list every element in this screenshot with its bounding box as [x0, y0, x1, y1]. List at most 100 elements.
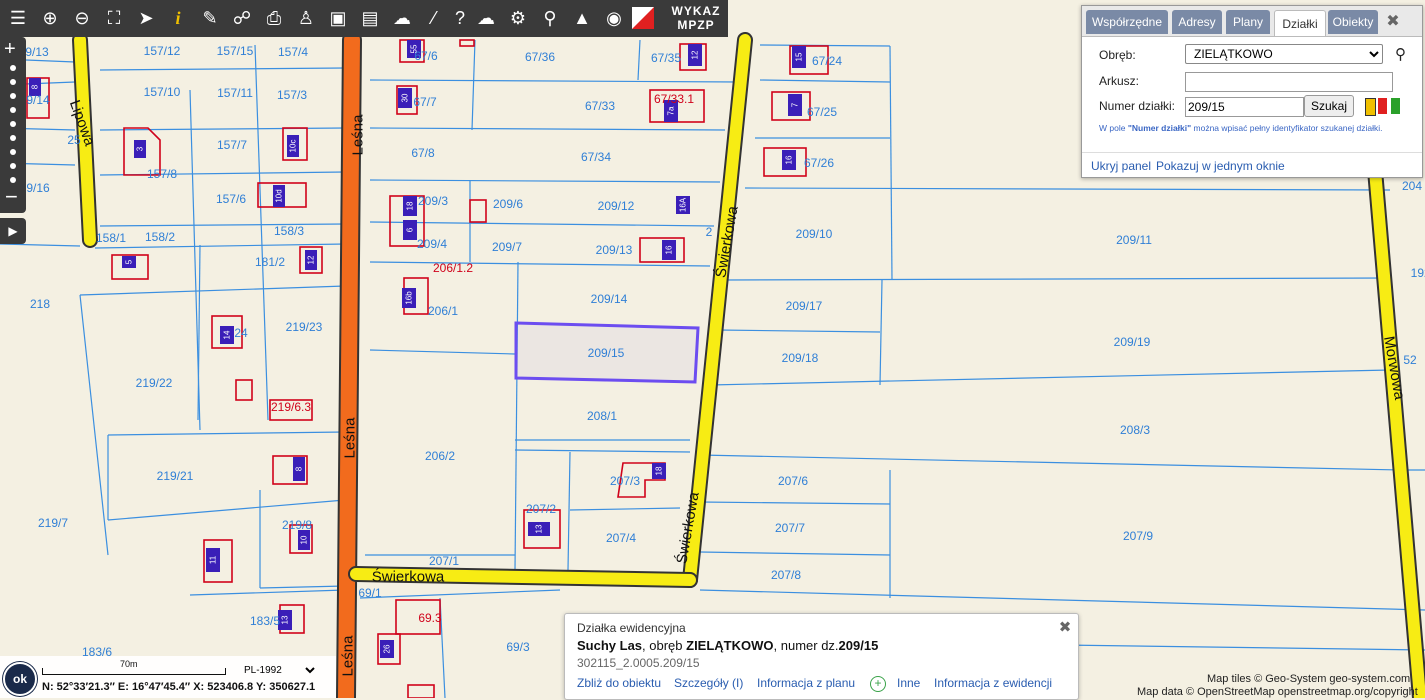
one-window-link[interactable]: Pokazuj w jednym oknie [1156, 159, 1285, 173]
parcel-label[interactable]: 209/10 [796, 227, 833, 241]
terrain-icon[interactable]: ▲ [570, 6, 594, 30]
details-link[interactable]: Szczegóły (I) [674, 676, 743, 690]
parcel-label[interactable]: 219/6.3 [271, 400, 311, 414]
parcel-label[interactable]: 209/18 [782, 351, 819, 365]
parcel-label[interactable]: 181/2 [255, 255, 285, 269]
parcel-label[interactable]: 219/7 [38, 516, 68, 530]
zoom-plus-icon[interactable]: + [4, 39, 16, 59]
parcel-label[interactable]: 209/17 [786, 299, 823, 313]
tab-obiekty[interactable]: Obiekty [1328, 10, 1378, 34]
zoom-level-dot[interactable] [10, 121, 16, 127]
zoom-level-dot[interactable] [10, 65, 16, 71]
parcel-label[interactable]: 209/13 [596, 243, 633, 257]
other-link[interactable]: Inne [897, 676, 920, 690]
parcel-label[interactable]: 158/3 [274, 224, 304, 238]
plus-circle-icon[interactable]: + [870, 676, 886, 692]
selected-parcel-label[interactable]: 209/15 [588, 346, 625, 360]
parcel-label[interactable]: 207/3 [610, 474, 640, 488]
wykaz-mpzp-logo[interactable]: WYKAZ MPZP [664, 4, 728, 32]
registry-info-link[interactable]: Informacja z ewidencji [934, 676, 1052, 690]
parcel-label[interactable]: 158/2 [145, 230, 175, 244]
zoom-level-dot[interactable] [10, 93, 16, 99]
parcel-label[interactable]: 219/8 [282, 518, 312, 532]
parcel-label[interactable]: 206/1 [428, 304, 458, 318]
tab-dzialki[interactable]: Działki [1274, 10, 1326, 36]
expand-panel-icon[interactable]: ▶ [0, 218, 26, 244]
parcel-label[interactable]: 9/14 [26, 93, 49, 107]
layout-icon[interactable]: ▤ [358, 6, 382, 30]
numer-dzialki-input[interactable] [1185, 97, 1304, 117]
tab-wspolrzedne[interactable]: Współrzędne [1086, 10, 1168, 34]
parcel-label[interactable]: 158/1 [96, 231, 126, 245]
parcel-label[interactable]: 207/6 [778, 474, 808, 488]
parcel-label[interactable]: 206/1.2 [433, 261, 473, 275]
parcel-label[interactable]: 209/6 [493, 197, 523, 211]
parcel-label[interactable]: 157/3 [277, 88, 307, 102]
parcel-label[interactable]: 67/33.1 [654, 92, 694, 106]
measure-icon[interactable]: ✎ [198, 6, 222, 30]
layers-icon[interactable]: ☰ [6, 6, 30, 30]
zoom-level-dot[interactable] [10, 177, 16, 183]
parcel-label[interactable]: 209/19 [1114, 335, 1151, 349]
select-icon[interactable]: ▣ [326, 6, 350, 30]
zoom-level-dot[interactable] [10, 79, 16, 85]
parcel-label[interactable]: 67/36 [525, 50, 555, 64]
hide-panel-link[interactable]: Ukryj panel [1091, 159, 1151, 173]
parcel-label[interactable]: 208/1 [587, 409, 617, 423]
parcel-label[interactable]: 157/7 [217, 138, 247, 152]
info-icon[interactable]: i [166, 6, 190, 30]
tab-adresy[interactable]: Adresy [1172, 10, 1222, 34]
parcel-label[interactable]: 206/2 [425, 449, 455, 463]
close-icon[interactable]: ✖ [1056, 618, 1074, 636]
search-icon[interactable]: ⚲ [1395, 45, 1406, 63]
parcel-label[interactable]: 218 [30, 297, 50, 311]
hatch-icon[interactable]: ⁄ [422, 6, 446, 30]
parcel-label[interactable]: 67/26 [804, 156, 834, 170]
parcel-label[interactable]: 69/3 [506, 640, 529, 654]
color-swatch-red[interactable] [1378, 98, 1387, 114]
parcel-label[interactable]: 157/12 [144, 44, 181, 58]
zoom-out-icon[interactable]: ⊖ [70, 6, 94, 30]
parcel-label[interactable]: 209/3 [418, 194, 448, 208]
parcel-label[interactable]: 9/13 [25, 45, 48, 59]
arkusz-input[interactable] [1185, 72, 1393, 92]
close-icon[interactable]: ✖ [1382, 10, 1404, 32]
street-view-icon[interactable]: ♙ [294, 6, 318, 30]
parcel-label[interactable]: 69.3 [418, 611, 441, 625]
parcel-label[interactable]: 219/22 [136, 376, 173, 390]
search-map-icon[interactable]: ⚲ [538, 6, 562, 30]
parcel-label[interactable]: 67/24 [812, 54, 842, 68]
zoom-level-dot[interactable] [10, 163, 16, 169]
obreb-select[interactable]: ZIELĄTKOWO [1185, 44, 1383, 64]
zoom-slider[interactable]: + − [0, 37, 26, 213]
link-icon[interactable]: ☍ [230, 6, 254, 30]
zoom-to-object-link[interactable]: Zbliż do obiektu [577, 676, 661, 690]
zoom-minus-icon[interactable]: − [5, 186, 18, 208]
parcel-label[interactable]: 207/8 [771, 568, 801, 582]
parcel-label[interactable]: 207/2 [526, 502, 556, 516]
parcel-label[interactable]: 183/5 [250, 614, 280, 628]
crs-select[interactable]: PL-1992 [240, 662, 318, 678]
parcel-label[interactable]: 219/23 [286, 320, 323, 334]
zoom-level-dot[interactable] [10, 135, 16, 141]
parcel-label[interactable]: 207/4 [606, 531, 636, 545]
tab-plany[interactable]: Plany [1226, 10, 1270, 34]
parcel-label[interactable]: 67/34 [581, 150, 611, 164]
parcel-label[interactable]: 207/1 [429, 554, 459, 568]
parcel-label[interactable]: 157/10 [144, 85, 181, 99]
parcel-label[interactable]: 1924 [1411, 266, 1425, 280]
zoom-in-icon[interactable]: ⊕ [38, 6, 62, 30]
ok-button[interactable]: ok [3, 662, 37, 696]
parcel-label[interactable]: 209/7 [492, 240, 522, 254]
comment-icon[interactable]: ☁ [390, 6, 414, 30]
parcel-label[interactable]: 219/21 [157, 469, 194, 483]
parcel-label[interactable]: 209/4 [417, 237, 447, 251]
parcel-label[interactable]: 67/7 [413, 95, 436, 109]
parcel-label[interactable]: 67/25 [807, 105, 837, 119]
parcel-label[interactable]: 157/4 [278, 45, 308, 59]
parcel-label[interactable]: 24 [234, 326, 247, 340]
parcel-label[interactable]: 157/15 [217, 44, 254, 58]
parcel-label[interactable]: 69/1 [358, 586, 381, 600]
parcel-label[interactable]: 208/3 [1120, 423, 1150, 437]
parcel-label[interactable]: 2 [706, 225, 713, 239]
